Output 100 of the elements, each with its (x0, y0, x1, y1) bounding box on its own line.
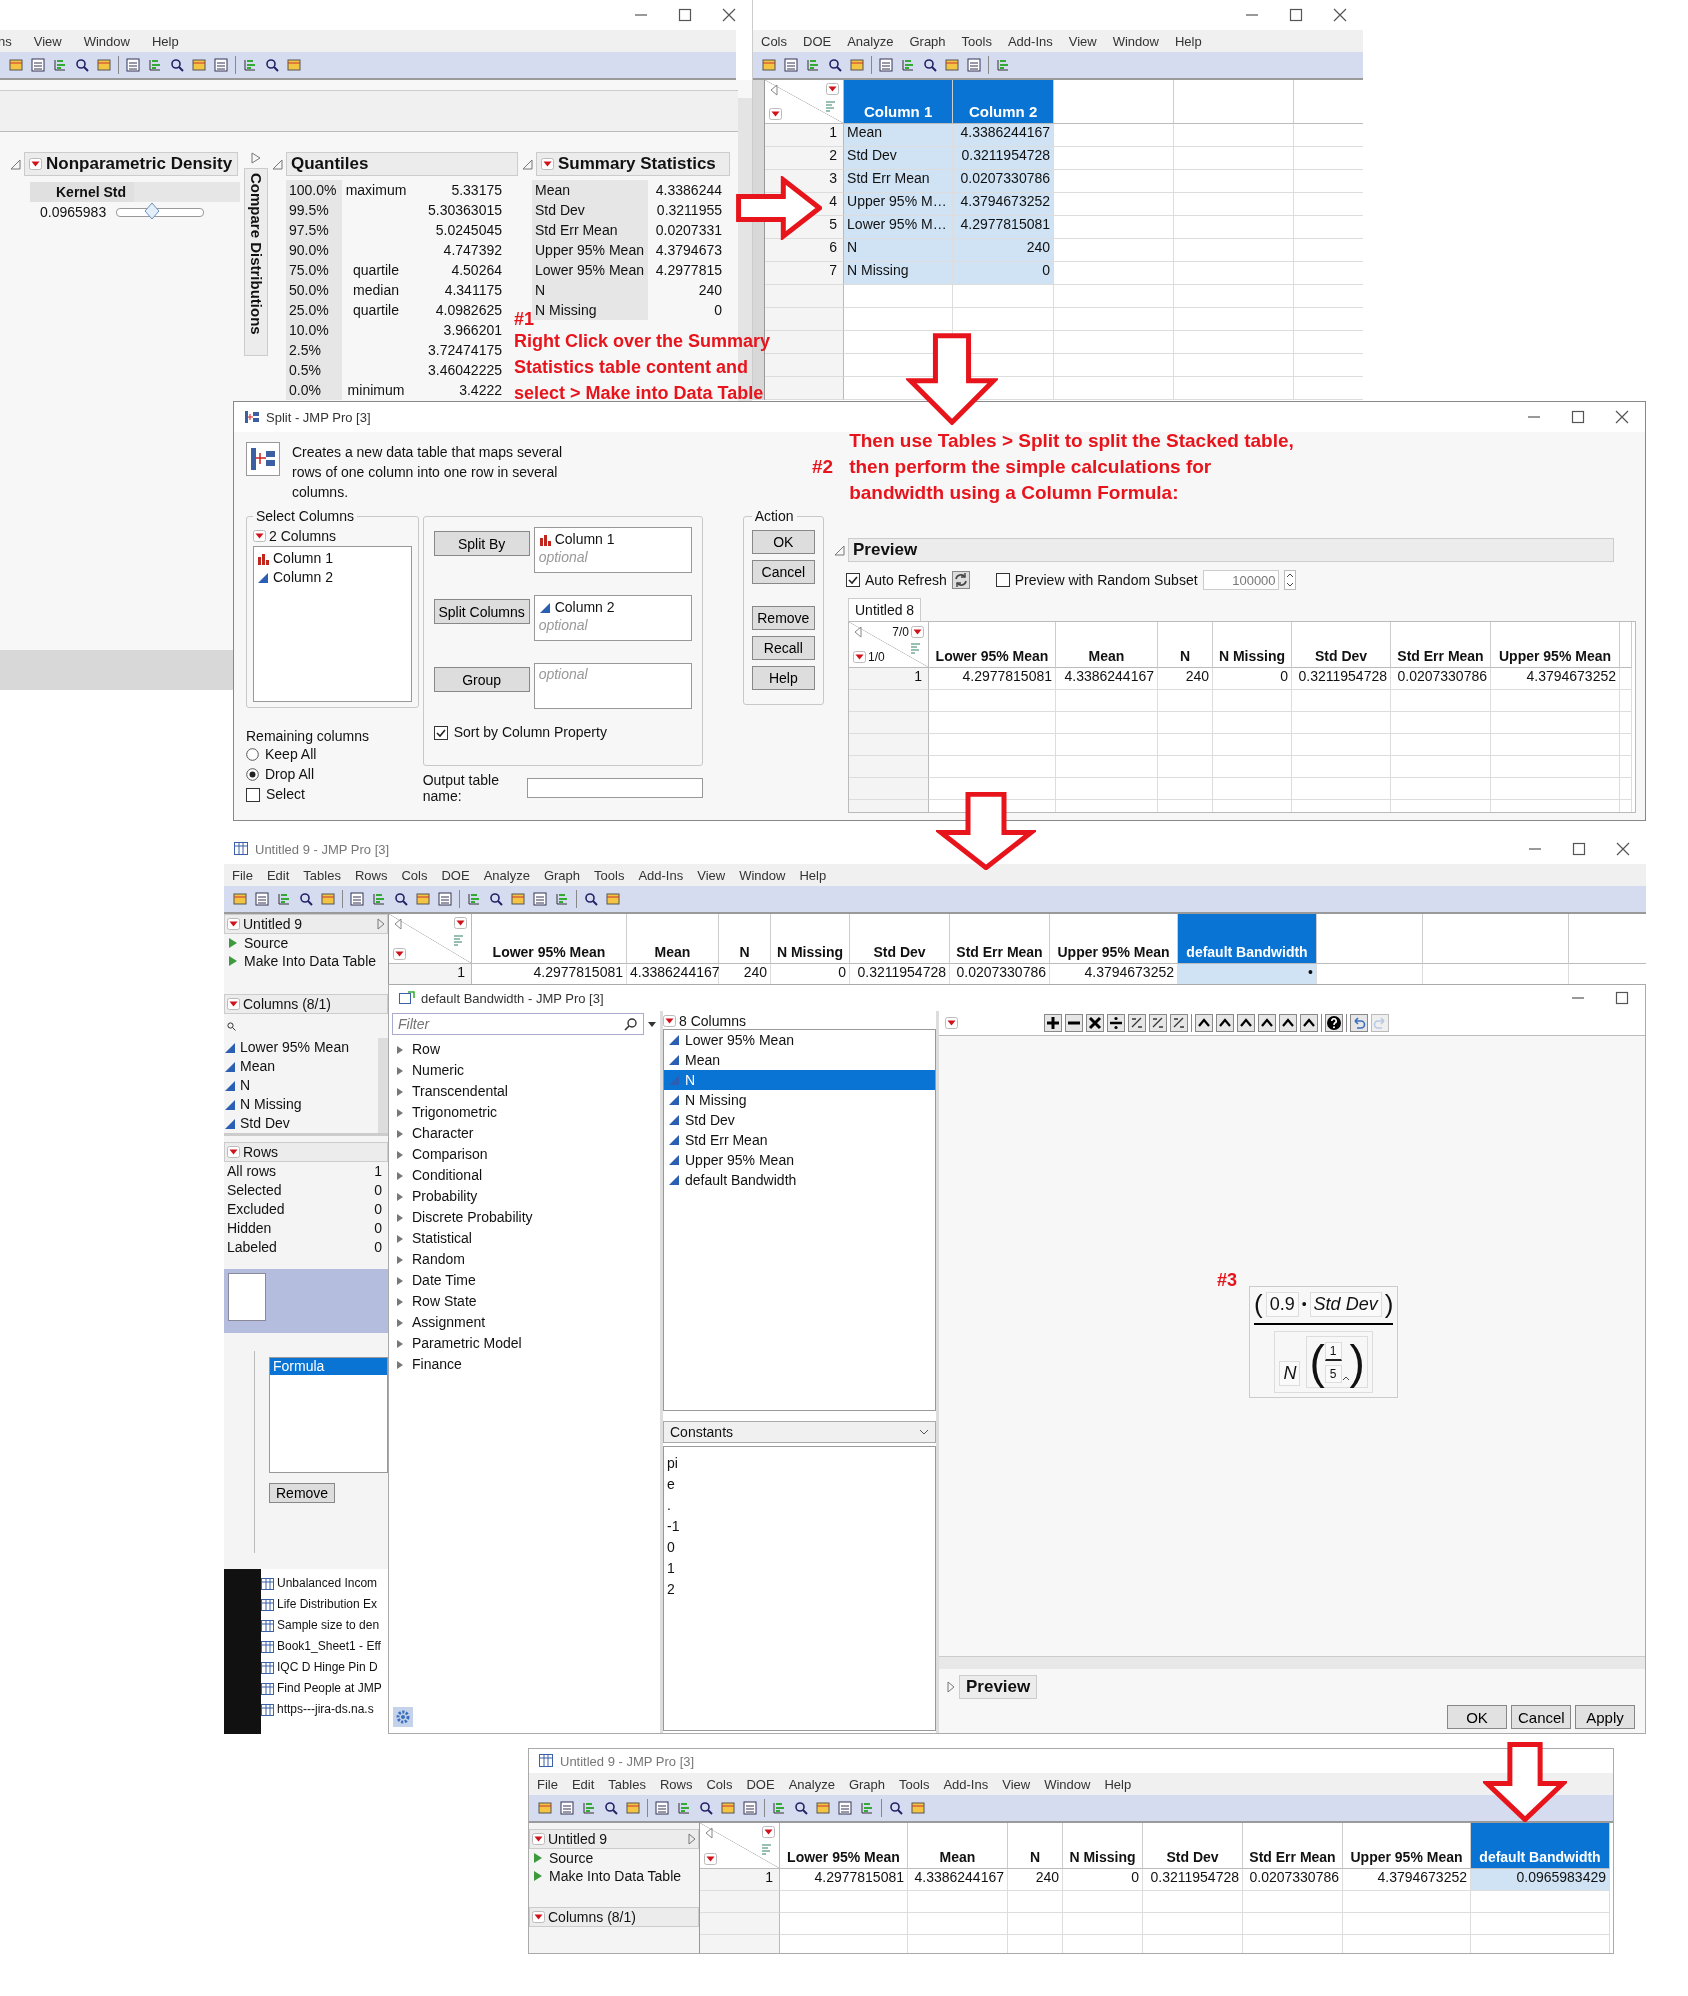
filter-field[interactable]: Filter (392, 1013, 644, 1035)
menu-item[interactable]: View (1068, 33, 1097, 49)
table-tab[interactable]: Untitled 8 (848, 598, 922, 621)
dialog-button[interactable]: Apply (1575, 1705, 1635, 1729)
spinner-icon[interactable] (1283, 570, 1296, 590)
function-group[interactable]: Discrete Probability (412, 1207, 533, 1228)
function-group[interactable]: Finance (412, 1354, 462, 1375)
search-icon[interactable] (624, 1017, 638, 1031)
function-group[interactable]: Parametric Model (412, 1333, 522, 1354)
scrollbar[interactable] (939, 1656, 1645, 1669)
menu-item[interactable]: Tables (608, 1776, 646, 1792)
formula-tool-icon[interactable] (1279, 1014, 1297, 1032)
left-triangle-icon[interactable] (854, 626, 862, 638)
expand-triangle-icon[interactable] (396, 1107, 404, 1118)
outline-header[interactable]: Preview (959, 1675, 1038, 1699)
column-header[interactable]: Lower 95% Mean (929, 622, 1056, 668)
collapsed-triangle-icon[interactable] (947, 1681, 955, 1693)
list-item[interactable]: Mean (664, 1050, 935, 1070)
toolbar-icon[interactable] (793, 1800, 809, 1816)
list-item[interactable]: Std Err Mean (664, 1130, 935, 1150)
column-list[interactable]: Column 1 Column 2 (253, 546, 412, 702)
column-list[interactable]: Lower 95% Mean Mean N N Missing Std Dev Std Err Mean Upper 95% Mean default Bandwidth (663, 1029, 936, 1411)
menu-item[interactable]: Tools (961, 33, 992, 49)
formula-term[interactable]: Std Dev (1309, 1291, 1382, 1317)
file-name[interactable]: Unbalanced Incom (277, 1573, 378, 1594)
left-triangle-icon[interactable] (705, 1827, 713, 1839)
expand-triangle-icon[interactable] (396, 1065, 404, 1076)
multiply-icon[interactable] (1086, 1014, 1104, 1032)
menu-item[interactable]: Window (83, 33, 130, 49)
panel-header[interactable]: Untitled 9 (529, 1829, 699, 1849)
collapsed-triangle-icon[interactable] (251, 152, 261, 164)
menu-item[interactable]: DOE (441, 867, 470, 883)
script-item[interactable]: Source (549, 1849, 594, 1867)
disclosure-icon[interactable] (834, 544, 845, 556)
menu-item[interactable]: Cols (761, 33, 787, 49)
menu-item[interactable]: Add-Ins (638, 867, 684, 883)
menu-item[interactable]: Analyze (788, 1776, 835, 1792)
panel-header[interactable]: Columns (8/1) (529, 1907, 699, 1927)
expand-triangle-icon[interactable] (396, 1212, 404, 1223)
outline-header[interactable]: Preview (848, 538, 1614, 562)
menu-item[interactable]: Help (1174, 33, 1202, 49)
formula-term[interactable]: 0.9 (1265, 1291, 1299, 1317)
file-name[interactable]: https---jira-ds.na.s (277, 1699, 374, 1720)
function-group[interactable]: Trigonometric (412, 1102, 498, 1123)
formula-tool-icon[interactable] (1216, 1014, 1234, 1032)
refresh-icon[interactable] (951, 571, 970, 589)
menu-triangle-icon[interactable] (253, 530, 266, 542)
scrollbar[interactable] (378, 1038, 388, 1133)
expand-triangle-icon[interactable] (396, 1338, 404, 1349)
constants-list[interactable]: pi e . -1 0 1 2 (663, 1446, 936, 1731)
menu-item[interactable]: DOE (803, 33, 832, 49)
gear-icon[interactable] (393, 1707, 413, 1727)
role-button[interactable]: Group (433, 667, 530, 692)
toolbar-icon[interactable] (264, 57, 280, 73)
menu-item[interactable]: Rows (659, 1776, 693, 1792)
column-name[interactable]: Lower 95% Mean (240, 1038, 349, 1057)
action-button[interactable]: Cancel (751, 560, 815, 584)
radio-button[interactable] (246, 748, 259, 761)
disclosure-icon[interactable] (10, 158, 21, 170)
list-item[interactable]: 2 (667, 1579, 932, 1600)
role-button[interactable]: Split Columns (433, 599, 530, 624)
expand-triangle-icon[interactable] (396, 1233, 404, 1244)
checkbox[interactable] (246, 787, 260, 802)
formula-tool-icon[interactable] (1149, 1014, 1167, 1032)
column-name[interactable]: Column 2 (273, 568, 333, 587)
column-header[interactable]: Column 1 (844, 80, 954, 124)
function-group[interactable]: Date Time (412, 1270, 476, 1291)
column-header[interactable]: Std Dev (1143, 1823, 1243, 1869)
close-icon[interactable] (1616, 842, 1630, 856)
expand-triangle-icon[interactable] (396, 1086, 404, 1097)
menu-triangle-icon[interactable] (532, 1911, 545, 1923)
function-group[interactable]: Comparison (412, 1144, 488, 1165)
file-name[interactable]: Find People at JMP (277, 1678, 382, 1699)
list-item[interactable]: Lower 95% Mean (664, 1030, 935, 1050)
column-header[interactable]: default Bandwidth (1178, 914, 1317, 964)
expand-triangle-icon[interactable] (396, 1191, 404, 1202)
menu-triangle-icon[interactable] (393, 948, 406, 960)
script-item[interactable]: Make Into Data Table (244, 952, 377, 970)
maximize-icon[interactable] (678, 8, 692, 22)
toolbar-icon[interactable] (74, 57, 90, 73)
panel-header[interactable]: Untitled 9 (224, 914, 388, 934)
panel-header[interactable]: Rows (224, 1142, 388, 1162)
menu-item[interactable]: Window (739, 867, 786, 883)
column-header[interactable]: Upper 95% Mean (1491, 622, 1620, 668)
constants-dropdown[interactable]: Constants (663, 1421, 936, 1443)
function-group[interactable]: Probability (412, 1186, 478, 1207)
menu-triangle-icon[interactable] (704, 1853, 717, 1865)
close-icon[interactable] (722, 8, 736, 22)
maximize-icon[interactable] (1615, 991, 1629, 1005)
column-header[interactable]: default Bandwidth (1471, 1823, 1610, 1869)
file-name[interactable]: Life Distribution Ex (277, 1594, 378, 1615)
menu-item[interactable]: Help (151, 33, 179, 49)
play-icon[interactable] (228, 937, 238, 949)
column-header[interactable]: Column 2 (953, 80, 1055, 124)
column-header[interactable]: N (719, 914, 771, 964)
expand-triangle-icon[interactable] (396, 1317, 404, 1328)
menu-item[interactable]: Tables (303, 867, 341, 883)
function-group[interactable]: Conditional (412, 1165, 483, 1186)
plus-icon[interactable] (1044, 1014, 1062, 1032)
search-icon[interactable] (227, 1022, 236, 1031)
